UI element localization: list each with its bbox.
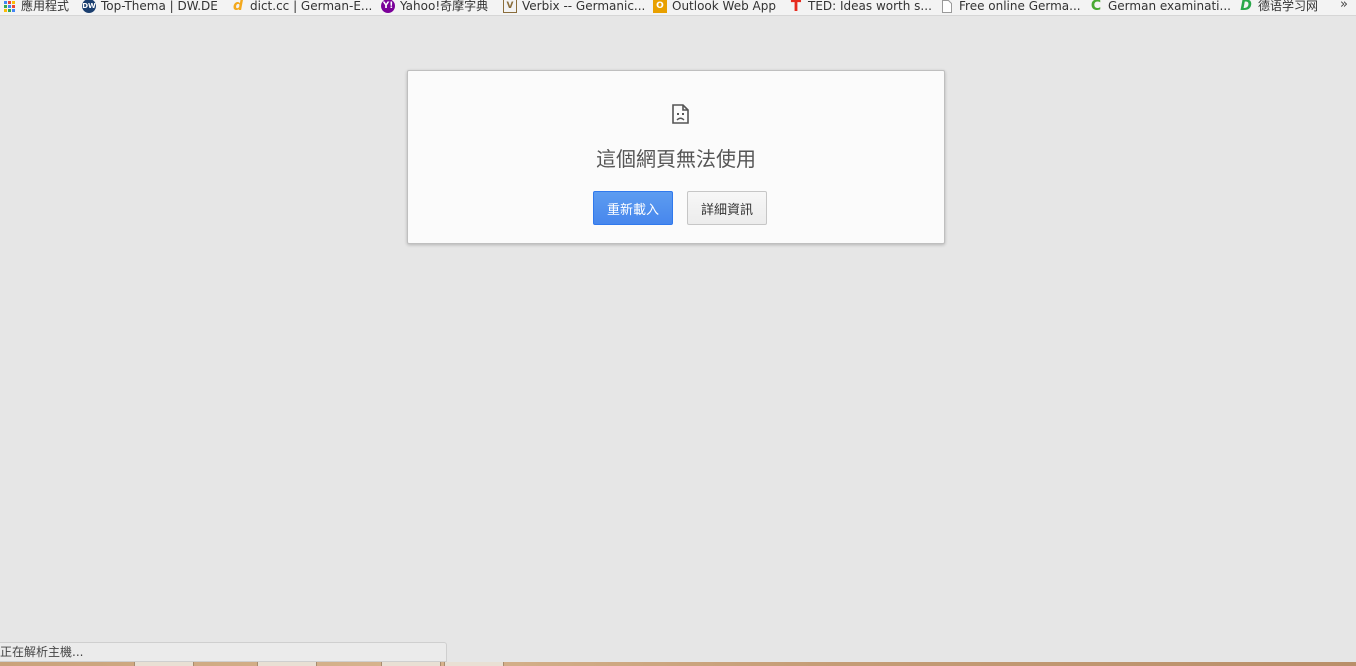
error-card: 這個網頁無法使用 重新載入 詳細資訊 bbox=[407, 70, 945, 244]
bookmarks-bar: 應用程式 DW Top-Thema | DW.DE d dict.cc | Ge… bbox=[0, 0, 1356, 16]
bookmark-label: 應用程式 bbox=[21, 0, 70, 13]
bookmark-german-exam[interactable]: C German examinati... bbox=[1089, 0, 1231, 15]
bookmark-outlook[interactable]: O Outlook Web App bbox=[653, 0, 776, 15]
outlook-icon: O bbox=[653, 0, 667, 13]
status-bubble: 正在解析主機... bbox=[0, 642, 447, 662]
page-icon bbox=[940, 0, 954, 13]
bookmark-label: 德语学习网 bbox=[1258, 0, 1319, 13]
taskbar-button[interactable] bbox=[134, 662, 194, 666]
bookmark-yahoo[interactable]: Y! Yahoo!奇摩字典 bbox=[381, 0, 488, 15]
bookmark-ted[interactable]: T TED: Ideas worth s... bbox=[789, 0, 932, 15]
bookmark-label: German examinati... bbox=[1108, 0, 1231, 13]
taskbar-strip bbox=[0, 662, 1356, 666]
deyu-icon: D bbox=[1240, 0, 1252, 14]
bookmarks-overflow-button[interactable]: » bbox=[1340, 0, 1348, 12]
error-title: 這個網頁無法使用 bbox=[596, 147, 756, 171]
bookmark-label: dict.cc | German-E... bbox=[250, 0, 373, 13]
bookmark-label: Verbix -- Germanic... bbox=[522, 0, 646, 13]
apps-grid-icon bbox=[2, 0, 16, 13]
sad-page-icon bbox=[672, 104, 689, 124]
bookmark-verbix[interactable]: V Verbix -- Germanic... bbox=[503, 0, 645, 15]
bookmark-label: Yahoo!奇摩字典 bbox=[400, 0, 489, 13]
bookmark-label: Top-Thema | DW.DE bbox=[101, 0, 218, 13]
reload-button[interactable]: 重新載入 bbox=[593, 191, 673, 225]
dw-logo-icon: DW bbox=[82, 0, 96, 13]
dict-cc-icon: d bbox=[232, 0, 244, 14]
taskbar-button[interactable] bbox=[444, 662, 504, 666]
bookmark-label: Outlook Web App bbox=[672, 0, 776, 13]
bookmark-dict-cc[interactable]: d dict.cc | German-E... bbox=[231, 0, 372, 15]
bookmark-deyu[interactable]: D 德语学习网 bbox=[1239, 0, 1318, 15]
verbix-icon: V bbox=[503, 0, 517, 13]
bookmark-label: TED: Ideas worth s... bbox=[808, 0, 932, 13]
bookmark-label: Free online Germa... bbox=[959, 0, 1081, 13]
german-exam-icon: C bbox=[1090, 0, 1102, 14]
bookmark-dw[interactable]: DW Top-Thema | DW.DE bbox=[82, 0, 218, 15]
yahoo-icon: Y! bbox=[381, 0, 395, 13]
details-button[interactable]: 詳細資訊 bbox=[687, 191, 767, 225]
ted-icon: T bbox=[790, 0, 802, 15]
taskbar-button[interactable] bbox=[381, 662, 441, 666]
bookmark-free-online-german[interactable]: Free online Germa... bbox=[940, 0, 1081, 15]
taskbar-button[interactable] bbox=[257, 662, 317, 666]
bookmark-apps[interactable]: 應用程式 bbox=[2, 0, 69, 15]
